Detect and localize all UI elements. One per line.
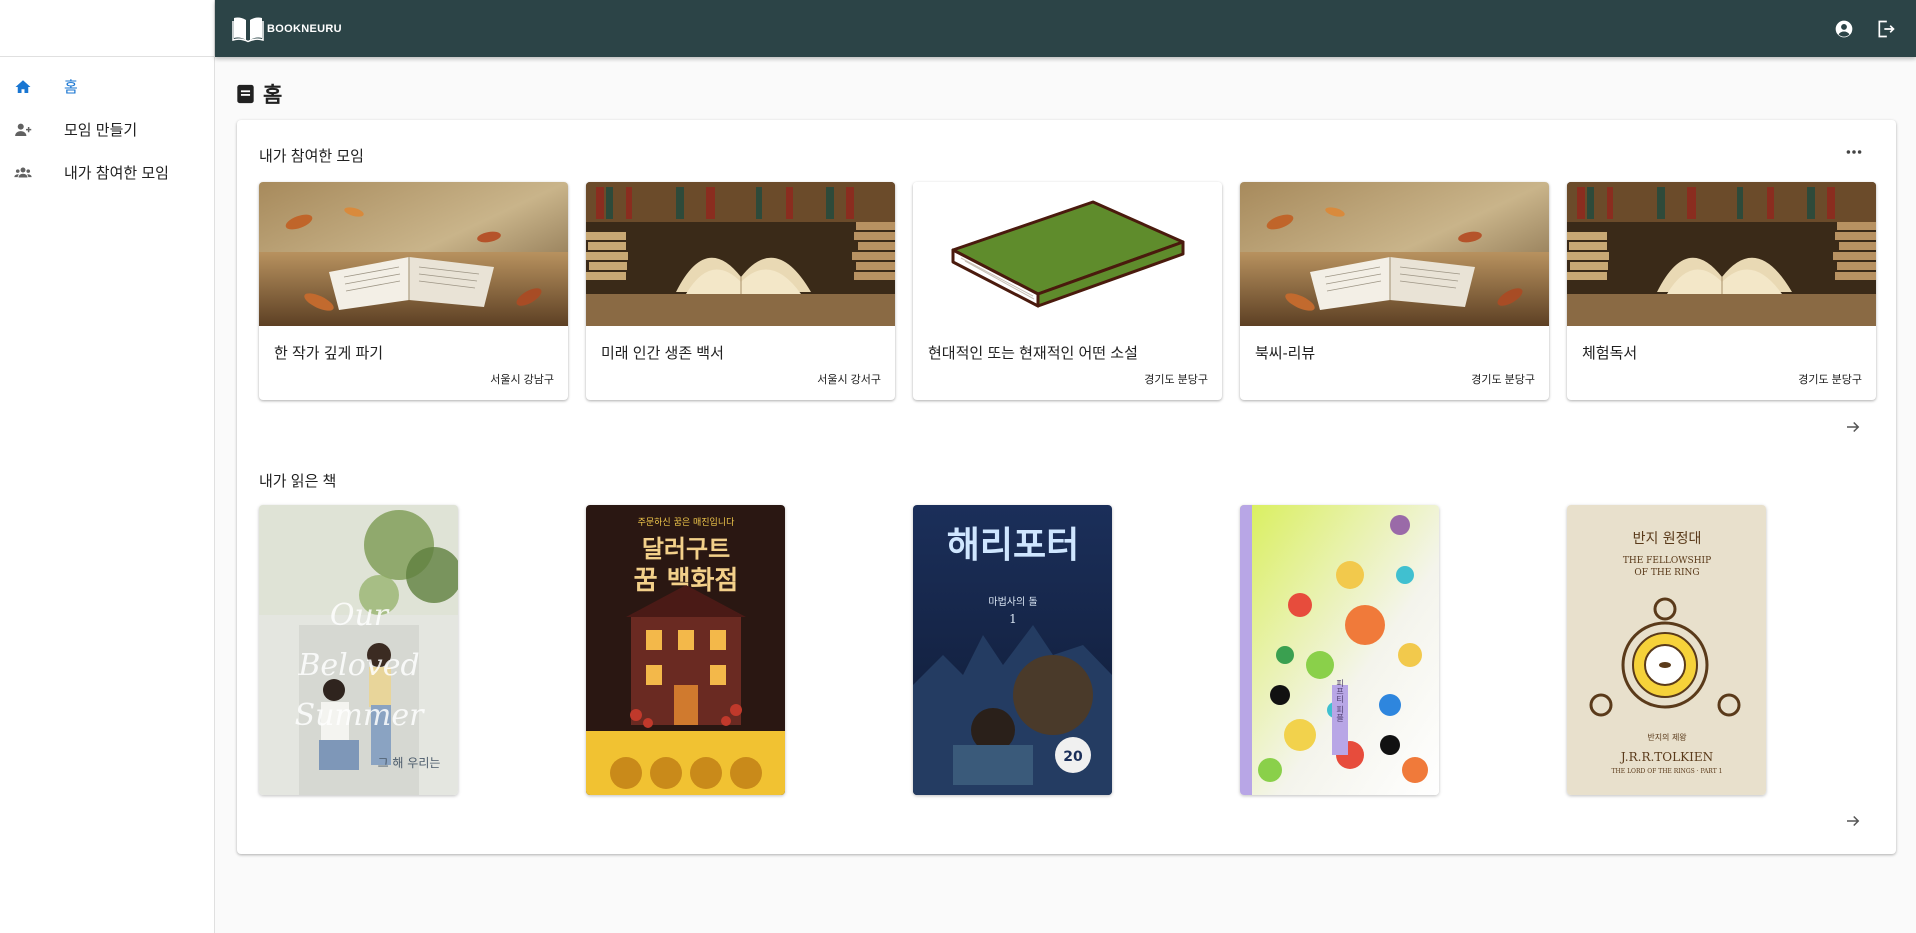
group-card[interactable]: 체험독서 경기도 분당구 (1567, 182, 1876, 400)
logout-button[interactable] (1875, 18, 1897, 40)
group-location: 경기도 분당구 (1798, 374, 1862, 386)
groups-more-button[interactable] (1842, 144, 1866, 160)
sidebar-header (0, 0, 214, 57)
account-button[interactable] (1833, 18, 1855, 40)
group-image (1567, 182, 1876, 326)
book-volume-art: 1 (1009, 612, 1017, 626)
book-subtitle-art: 반지의 제왕 (1647, 732, 1687, 742)
book-subtitle-art: THE FELLOWSHIP (1623, 556, 1711, 566)
book-series-art: THE LORD OF THE RINGS · PART 1 (1612, 768, 1723, 775)
group-card[interactable]: 한 작가 깊게 파기 서울시 강남구 (259, 182, 568, 400)
book-cover-image: 반지 원정대 THE FELLOWSHIP OF THE RING 반지의 제왕… (1567, 505, 1766, 795)
book-title-art: 달러구트 (642, 535, 730, 563)
sidebar-item-home[interactable]: 홈 (0, 65, 214, 108)
sidebar-item-label: 모임 만들기 (64, 122, 138, 139)
book-subtitle-art: 마법사의 돌 (988, 596, 1037, 608)
user-plus-icon (13, 120, 33, 140)
book-cover-image: 주문하신 꿈은 매진입니다 달러구트 꿈 백화점 (586, 505, 785, 795)
home-icon (13, 77, 33, 97)
users-icon (13, 163, 33, 183)
groups-section-title: 내가 참여한 모임 (259, 148, 364, 165)
group-name: 현대적인 또는 현재적인 어떤 소설 (928, 345, 1138, 362)
brand-logo[interactable]: BOOKNEURU (232, 15, 342, 43)
brand-name: BOOKNEURU (267, 22, 342, 35)
group-image (913, 182, 1222, 326)
book-title-art: Our (330, 598, 390, 633)
group-card[interactable]: 북씨-리뷰 경기도 분당구 (1240, 182, 1549, 400)
book-title-art: Beloved (297, 648, 419, 683)
sidebar-nav: 홈 모임 만들기 내가 참여한 모임 (0, 57, 214, 194)
book-title-art: Summer (295, 698, 426, 733)
books-next-button[interactable] (1842, 810, 1864, 832)
account-circle-icon (1835, 20, 1853, 37)
group-image (1240, 182, 1549, 326)
top-app-bar: BOOKNEURU (215, 0, 1916, 57)
arrow-right-icon (1847, 815, 1860, 827)
page-title-text: 홈 (263, 84, 283, 107)
book-title-art: 피프티 피플 (1336, 679, 1345, 722)
logout-icon (1878, 20, 1895, 37)
group-location: 경기도 분당구 (1144, 374, 1208, 386)
appbar-actions (1833, 0, 1897, 57)
groups-next-button[interactable] (1842, 416, 1864, 438)
book-subtitle-art: OF THE RING (1634, 568, 1699, 578)
book-cover-image: 해리포터 마법사의 돌 1 20 (913, 505, 1112, 795)
sidebar-item-my-groups[interactable]: 내가 참여한 모임 (0, 151, 214, 194)
arrow-right-icon (1847, 421, 1860, 433)
book-title-art: 반지 원정대 (1633, 531, 1702, 547)
books-list: Our Beloved Summer 그 해 우리는 주문하신 꿈은 매진입니다… (259, 505, 1766, 795)
book-author-art: J.R.R.TOLKIEN (1619, 750, 1713, 764)
sidebar: 홈 모임 만들기 내가 참여한 모임 (0, 0, 215, 933)
group-card[interactable]: 현대적인 또는 현재적인 어떤 소설 경기도 분당구 (913, 182, 1222, 400)
book-title-art: 해리포터 (947, 525, 1079, 566)
group-image (259, 182, 568, 326)
group-location: 서울시 강남구 (490, 374, 554, 386)
book-tagline-art: 주문하신 꿈은 매진입니다 (638, 516, 736, 528)
group-image (586, 182, 895, 326)
group-name: 북씨-리뷰 (1255, 345, 1316, 362)
group-location: 경기도 분당구 (1471, 374, 1535, 386)
book-cover[interactable]: 피프티 피플 (1240, 505, 1439, 795)
book-icon (237, 84, 254, 104)
group-card[interactable]: 미래 인간 생존 백서 서울시 강서구 (586, 182, 895, 400)
more-horizontal-icon (1846, 150, 1862, 154)
sidebar-item-create-group[interactable]: 모임 만들기 (0, 108, 214, 151)
group-name: 미래 인간 생존 백서 (601, 345, 724, 362)
sidebar-item-label: 홈 (64, 79, 78, 96)
group-name: 한 작가 깊게 파기 (274, 345, 384, 362)
sidebar-item-label: 내가 참여한 모임 (64, 165, 169, 182)
book-cover[interactable]: 반지 원정대 THE FELLOWSHIP OF THE RING 반지의 제왕… (1567, 505, 1766, 795)
book-cover[interactable]: 주문하신 꿈은 매진입니다 달러구트 꿈 백화점 (586, 505, 785, 795)
groups-list: 한 작가 깊게 파기 서울시 강남구 미래 인간 생존 백서 서울시 강서구 현… (259, 182, 1876, 400)
books-section-title: 내가 읽은 책 (259, 473, 337, 490)
book-logo-icon (232, 17, 264, 42)
book-cover-image: Our Beloved Summer 그 해 우리는 (259, 505, 458, 795)
book-badge-art: 20 (1063, 749, 1083, 765)
book-subtitle-art: 그 해 우리는 (378, 756, 441, 770)
book-cover[interactable]: 해리포터 마법사의 돌 1 20 (913, 505, 1112, 795)
book-cover-image: 피프티 피플 (1240, 505, 1439, 795)
group-name: 체험독서 (1582, 345, 1638, 362)
group-location: 서울시 강서구 (817, 374, 881, 386)
page-title: 홈 (236, 79, 282, 109)
book-cover[interactable]: Our Beloved Summer 그 해 우리는 (259, 505, 458, 795)
home-content-card: 내가 참여한 모임 한 작가 깊게 파기 서울시 강남구 미래 인간 생존 백서… (237, 120, 1896, 854)
